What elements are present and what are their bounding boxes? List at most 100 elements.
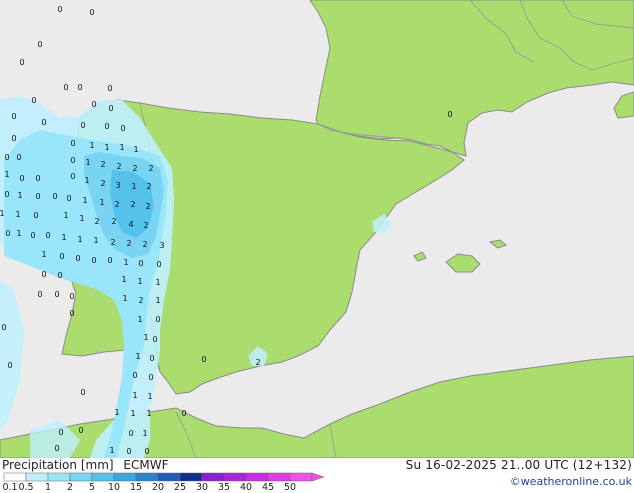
precip-value-label: 1: [109, 446, 114, 455]
precip-value-label: 1: [132, 391, 137, 400]
precip-value-label: 1: [130, 409, 135, 418]
precip-value-label: 0: [91, 256, 96, 265]
precip-value-label: 2: [111, 217, 116, 226]
precip-value-label: 1: [77, 235, 82, 244]
precip-value-label: 1: [143, 333, 148, 342]
precip-value-label: 0: [132, 371, 137, 380]
precip-value-label: 0: [59, 252, 64, 261]
precip-value-label: 0: [30, 231, 35, 240]
precip-value-label: 1: [122, 294, 127, 303]
precip-value-label: 0: [31, 96, 36, 105]
precip-value-label: 2: [142, 240, 147, 249]
precip-value-label: 0: [57, 5, 62, 14]
precip-value-label: 0: [107, 84, 112, 93]
precip-value-label: 0: [148, 373, 153, 382]
precip-value-label: 1: [121, 275, 126, 284]
precip-value-label: 2: [114, 200, 119, 209]
precip-value-label: 2: [255, 358, 260, 367]
precip-value-label: 0: [4, 190, 9, 199]
legend-overflow-arrow: [311, 472, 325, 482]
precip-value-label: 0: [37, 290, 42, 299]
model-name: ECMWF: [123, 458, 169, 472]
legend-swatch: [157, 472, 181, 482]
precip-value-label: 1: [99, 198, 104, 207]
precip-value-label: 0: [78, 426, 83, 435]
legend-swatch: [25, 472, 49, 482]
precip-value-label: 1: [119, 143, 124, 152]
precip-value-label: 0: [66, 194, 71, 203]
precip-value-label: 0: [54, 444, 59, 453]
precip-value-label: 1: [155, 296, 160, 305]
precip-value-label: 1: [15, 210, 20, 219]
precip-value-label: 2: [94, 217, 99, 226]
credit-link[interactable]: ©weatheronline.co.uk: [510, 475, 632, 488]
precip-value-label: 1: [61, 233, 66, 242]
precip-value-label: 0: [57, 271, 62, 280]
precip-value-label: 0: [108, 104, 113, 113]
legend-tick-label: 5: [88, 482, 96, 493]
precip-value-label: 2: [145, 202, 150, 211]
legend-swatch: [91, 472, 115, 482]
precip-value-label: 0: [70, 172, 75, 181]
precip-value-label: 0: [1, 323, 6, 332]
legend-tick-label: 2: [66, 482, 74, 493]
title-text: Precipitation [mm]: [2, 458, 114, 472]
precip-value-label: 1: [84, 176, 89, 185]
precip-value-label: 1: [142, 429, 147, 438]
legend-tick-label: 25: [173, 482, 187, 493]
legend-tick-label: 15: [129, 482, 143, 493]
precip-value-label: 0: [41, 118, 46, 127]
precip-value-label: 0: [77, 83, 82, 92]
precip-value-label: 1: [4, 170, 9, 179]
legend-tick-label: 40: [239, 482, 253, 493]
legend-swatch: [135, 472, 159, 482]
precip-value-label: 0: [35, 174, 40, 183]
precip-value-label: 3: [159, 241, 164, 250]
precip-value-label: 0: [70, 156, 75, 165]
precip-value-label: 0: [128, 429, 133, 438]
precip-value-label: 1: [135, 352, 140, 361]
legend-tick-label: 50: [283, 482, 297, 493]
legend-swatch: [201, 472, 225, 482]
precip-value-label: 3: [115, 181, 120, 190]
precip-value-label: 0: [41, 270, 46, 279]
precip-value-label: 0: [447, 110, 452, 119]
precip-value-label: 2: [146, 182, 151, 191]
precip-value-label: 0: [138, 259, 143, 268]
precip-value-label: 0: [75, 254, 80, 263]
legend-tick-label: 45: [261, 482, 275, 493]
legend-swatch: [3, 472, 27, 482]
legend-swatch: [47, 472, 71, 482]
legend-tick-label: 30: [195, 482, 209, 493]
precip-value-label: 2: [132, 164, 137, 173]
precip-value-label: 1: [114, 408, 119, 417]
precip-value-label: 0: [16, 153, 21, 162]
precip-value-label: 0: [107, 256, 112, 265]
precip-value-label: 1: [16, 229, 21, 238]
precip-value-label: 1: [123, 258, 128, 267]
precip-value-label: 0: [52, 192, 57, 201]
precip-value-label: 2: [126, 239, 131, 248]
precip-value-label: 0: [80, 388, 85, 397]
precipitation-map: 0 0000 0 00 0 000 0 0 000 1 1 1 10 0 0 1 2 2 2 21 0 0 0 1 2 3 1 20 1…: [0, 0, 634, 458]
legend-tick-label: 1: [44, 482, 52, 493]
precip-value-label: 1: [89, 141, 94, 150]
precip-value-label: 1: [133, 145, 138, 154]
precip-value-label: 0: [45, 231, 50, 240]
precip-value-label: 1: [17, 191, 22, 200]
precip-value-label: 0: [144, 447, 149, 456]
precip-value-label: 1: [137, 277, 142, 286]
precip-value-label: 1: [0, 209, 5, 218]
precip-value-label: 4: [128, 220, 133, 229]
precip-value-label: 0: [37, 40, 42, 49]
legend-swatch: [69, 472, 93, 482]
precip-value-label: 2: [138, 296, 143, 305]
precip-value-label: 0: [201, 355, 206, 364]
legend-tick-label: 20: [151, 482, 165, 493]
precip-value-label: 0: [155, 315, 160, 324]
precip-value-label: 1: [63, 211, 68, 220]
precip-value-label: 0: [149, 354, 154, 363]
legend-swatch: [223, 472, 247, 482]
precip-value-label: 0: [70, 139, 75, 148]
legend-tick-label: 0.5: [18, 482, 34, 493]
